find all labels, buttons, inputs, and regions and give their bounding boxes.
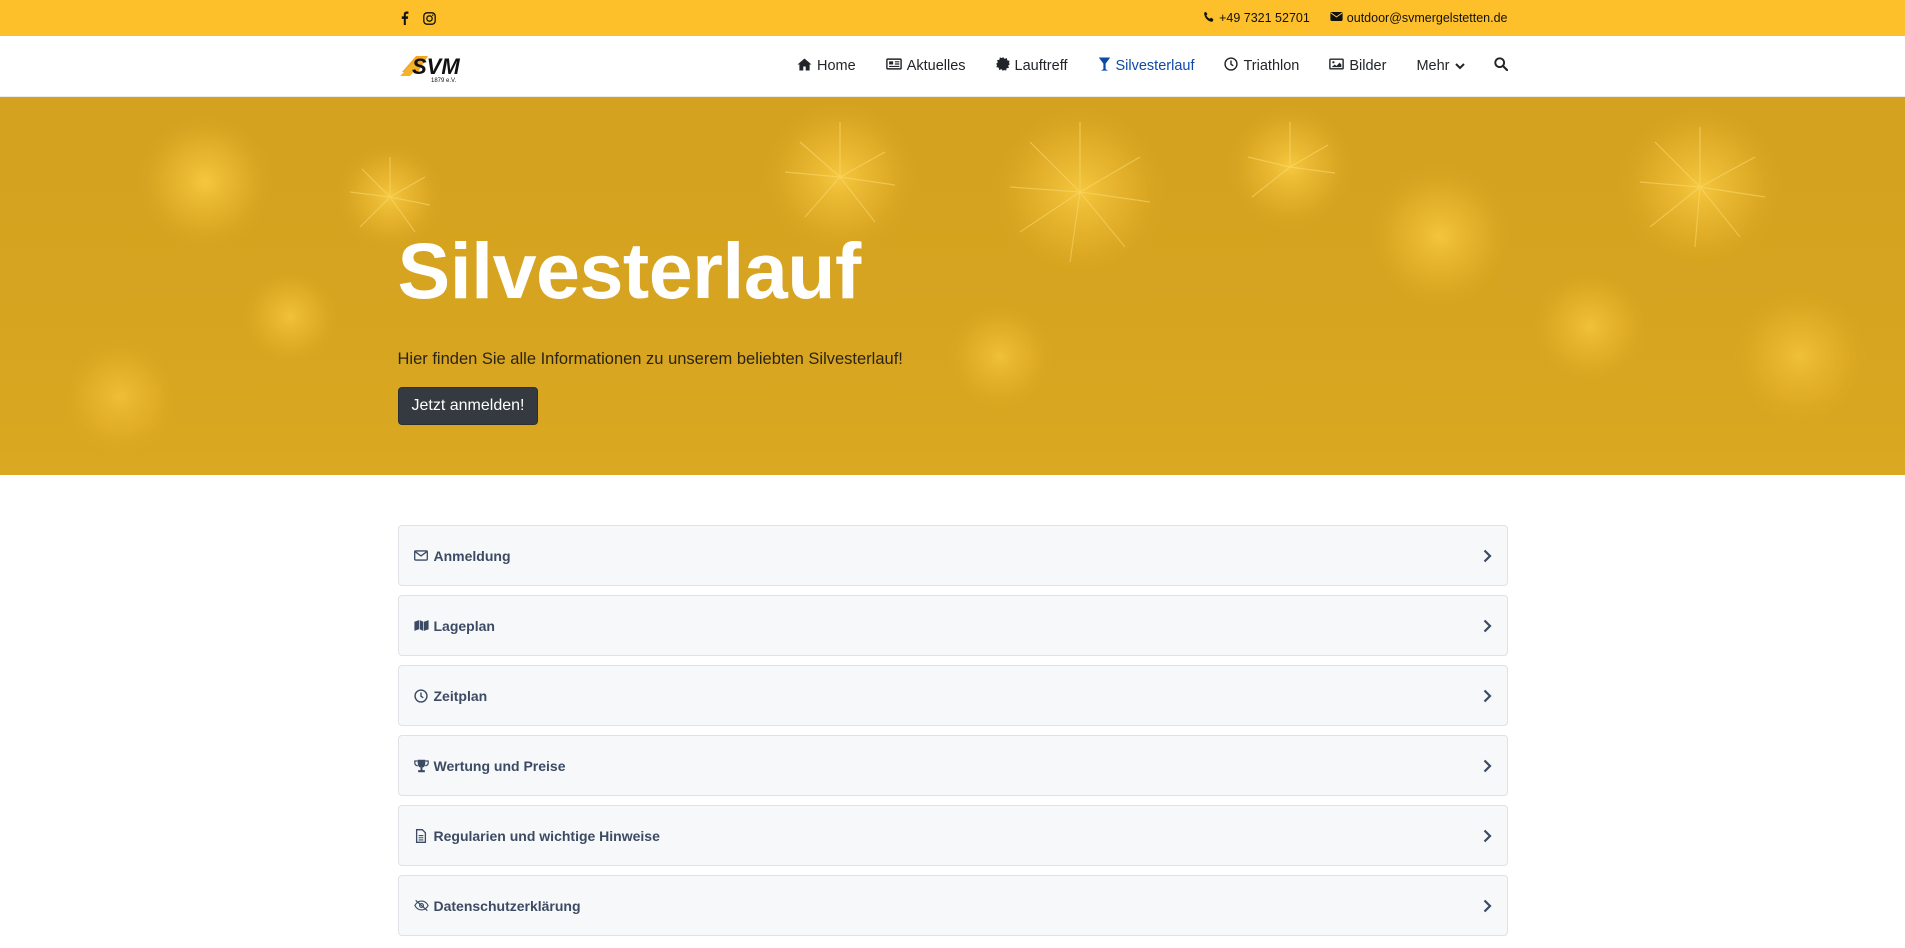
accordion-label: Datenschutzerklärung <box>433 897 581 914</box>
page-title: Silvesterlauf <box>397 226 862 315</box>
home-icon <box>797 57 812 75</box>
instagram-icon[interactable] <box>422 11 436 25</box>
trophy-icon <box>413 758 429 773</box>
nav-label-triathlon: Triathlon <box>1243 58 1300 74</box>
chevron-right-icon <box>1483 829 1492 843</box>
main-navbar: SVM 1879 e.V. Home Aktuelles Lauftreff S… <box>0 36 1905 97</box>
search-icon <box>1493 57 1508 75</box>
phone-number[interactable]: +49 7321 52701 <box>1219 11 1310 25</box>
hero-section: Silvesterlauf Hier finden Sie alle Infor… <box>0 97 1905 475</box>
accordion-item-anmeldung[interactable]: Anmeldung <box>397 525 1508 586</box>
accordion-item-regularien[interactable]: Regularien und wichtige Hinweise <box>397 805 1508 866</box>
facebook-icon[interactable] <box>400 11 409 25</box>
nav-item-silvesterlauf[interactable]: Silvesterlauf <box>1083 36 1210 97</box>
eye-slash-icon <box>413 898 429 913</box>
chevron-right-icon <box>1483 689 1492 703</box>
envelope-icon <box>1330 11 1343 25</box>
top-bar: +49 7321 52701 outdoor@svmergelstetten.d… <box>0 0 1905 36</box>
email-address[interactable]: outdoor@svmergelstetten.de <box>1347 11 1508 25</box>
accordion-label: Regularien und wichtige Hinweise <box>433 827 660 844</box>
contact-info: +49 7321 52701 outdoor@svmergelstetten.d… <box>1203 11 1508 26</box>
badge-icon <box>995 57 1010 75</box>
accordion-item-lageplan[interactable]: Lageplan <box>397 595 1508 656</box>
register-button[interactable]: Jetzt anmelden! <box>397 387 539 425</box>
nav-item-bilder[interactable]: Bilder <box>1314 36 1401 97</box>
chevron-right-icon <box>1483 549 1492 563</box>
newspaper-icon <box>885 58 902 74</box>
accordion-item-datenschutz[interactable]: Datenschutzerklärung <box>397 875 1508 936</box>
nav-menu: Home Aktuelles Lauftreff Silvesterlauf T… <box>782 36 1508 97</box>
accordion-item-zeitplan[interactable]: Zeitplan <box>397 665 1508 726</box>
chevron-right-icon <box>1483 899 1492 913</box>
nav-label-silvesterlauf: Silvesterlauf <box>1115 58 1195 74</box>
social-links <box>398 11 436 25</box>
nav-item-triathlon[interactable]: Triathlon <box>1209 36 1314 97</box>
email-link[interactable]: outdoor@svmergelstetten.de <box>1330 11 1508 25</box>
nav-label-lauftreff: Lauftreff <box>1014 58 1068 74</box>
nav-label-aktuelles: Aktuelles <box>906 58 966 74</box>
nav-item-home[interactable]: Home <box>782 36 871 97</box>
image-icon <box>1329 58 1345 74</box>
chevron-right-icon <box>1483 759 1492 773</box>
site-logo[interactable]: SVM 1879 e.V. <box>398 46 478 86</box>
nav-label-bilder: Bilder <box>1349 58 1387 74</box>
envelope-icon <box>414 548 429 563</box>
chevron-right-icon <box>1483 619 1492 633</box>
document-icon <box>414 828 429 843</box>
nav-label-mehr: Mehr <box>1416 58 1450 74</box>
clock-icon <box>414 688 429 703</box>
phone-icon <box>1203 11 1215 26</box>
accordion-label: Wertung und Preise <box>433 757 566 774</box>
map-icon <box>413 618 429 633</box>
nav-label-home: Home <box>817 58 856 74</box>
svg-text:1879 e.V.: 1879 e.V. <box>431 78 456 84</box>
accordion-label: Zeitplan <box>433 687 488 704</box>
clock-icon <box>1224 57 1239 75</box>
hero-subtitle: Hier finden Sie alle Informationen zu un… <box>397 350 903 368</box>
search-button[interactable] <box>1480 36 1508 97</box>
nav-item-mehr[interactable]: Mehr <box>1401 36 1479 97</box>
accordion-item-wertung[interactable]: Wertung und Preise <box>397 735 1508 796</box>
svg-text:SVM: SVM <box>412 54 460 79</box>
glass-icon <box>1098 57 1111 75</box>
nav-item-lauftreff[interactable]: Lauftreff <box>981 36 1083 97</box>
phone-link[interactable]: +49 7321 52701 <box>1203 11 1310 26</box>
accordion-label: Lageplan <box>433 617 495 634</box>
content-section: Anmeldung Lageplan Zeitplan Wertung und … <box>0 475 1905 936</box>
accordion-label: Anmeldung <box>433 547 511 564</box>
chevron-down-icon <box>1454 58 1465 74</box>
nav-item-aktuelles[interactable]: Aktuelles <box>871 36 981 97</box>
